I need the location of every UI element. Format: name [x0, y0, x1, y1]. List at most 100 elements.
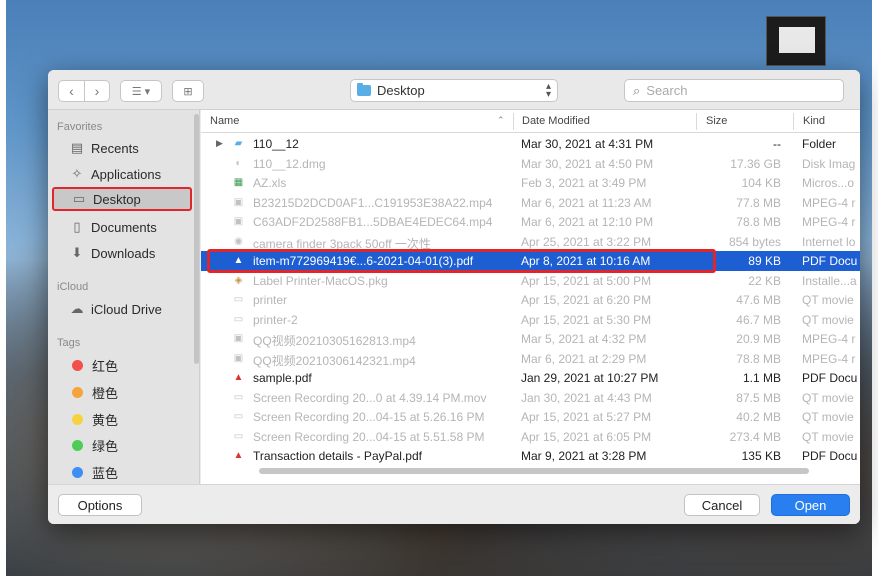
sidebar-tag-blue[interactable]: 蓝色	[52, 460, 192, 484]
file-date: Mar 30, 2021 at 4:31 PM	[521, 137, 654, 151]
table-row[interactable]: ▦ AZ.xls Feb 3, 2021 at 3:49 PM 104 KB Micro…	[201, 173, 860, 193]
screenshot-thumbnail[interactable]	[766, 16, 826, 66]
column-divider[interactable]	[513, 113, 514, 130]
sidebar-scrollbar[interactable]	[194, 114, 199, 364]
file-kind: Folder	[802, 137, 837, 151]
sidebar-item-label: Applications	[91, 166, 162, 182]
file-date: Apr 15, 2021 at 5:27 PM	[521, 410, 652, 424]
table-row[interactable]: ▶ ▰ 110__12 Mar 30, 2021 at 4:31 PM -- Folder	[201, 134, 860, 154]
search-placeholder: Search	[646, 83, 688, 98]
file-kind: QT movie	[802, 410, 854, 424]
column-header-size[interactable]: Size	[706, 115, 727, 127]
cancel-button[interactable]: Cancel	[684, 494, 760, 516]
tag-dot-icon	[72, 413, 83, 425]
sidebar-item-label: Downloads	[91, 245, 156, 261]
pdf-icon: ▲	[233, 255, 244, 266]
file-kind: Disk Imag	[802, 156, 856, 171]
table-row[interactable]: ▲ item-m772969419€...6-2021-04-01(3).pdf A…	[201, 251, 860, 271]
video-icon: ▣	[233, 216, 244, 227]
search-icon: ⌕	[633, 82, 641, 98]
file-date: Mar 30, 2021 at 4:50 PM	[521, 156, 654, 171]
column-header-name[interactable]: Name	[210, 115, 239, 127]
table-row[interactable]: ▭ printer Apr 15, 2021 at 6:20 PM 47.6 MB QT…	[201, 290, 860, 310]
sidebar-item-icloud-drive[interactable]: ☁ iCloud Drive	[52, 297, 192, 321]
file-date: Mar 9, 2021 at 3:28 PM	[521, 449, 647, 463]
tags-heading: Tags	[57, 337, 81, 349]
dialog-toolbar: ‹ › ☰ ▾ ⊞ Desktop ▴ ▾ ⌕ Search	[48, 70, 860, 110]
table-row[interactable]: ▣ C63ADF2D2588FB1...5DBAE4EDEC64.mp4 Mar 6…	[201, 212, 860, 232]
table-row[interactable]: ▲ sample.pdf Jan 29, 2021 at 10:27 PM 1.1 M…	[201, 368, 860, 388]
table-row[interactable]: ▭ printer-2 Apr 15, 2021 at 5:30 PM 46.7 MB…	[201, 310, 860, 330]
table-row[interactable]: ◐ 110__12.dmg Mar 30, 2021 at 4:50 PM 17.36…	[201, 154, 860, 174]
file-kind: Micros...o	[802, 176, 855, 190]
options-button[interactable]: Options	[58, 494, 142, 516]
column-divider[interactable]	[696, 113, 697, 130]
downloads-icon: ⬇	[71, 245, 83, 260]
sidebar-tag-yellow[interactable]: 黄色	[52, 407, 192, 431]
folder-icon	[357, 83, 371, 96]
file-size: 46.7 MB	[736, 312, 781, 327]
file-date: Apr 15, 2021 at 5:00 PM	[521, 273, 652, 288]
file-size: 89 KB	[748, 254, 781, 268]
table-row[interactable]: ◈ Label Printer-MacOS.pkg Apr 15, 2021 at …	[201, 271, 860, 291]
table-row[interactable]: ▲ Transaction details - PayPal.pdf Mar 9, …	[201, 446, 860, 466]
location-popup[interactable]: Desktop ▴ ▾	[350, 79, 558, 102]
sidebar-item-downloads[interactable]: ⬇ Downloads	[52, 241, 192, 265]
file-name: item-m772969419€...6-2021-04-01(3).pdf	[253, 254, 474, 268]
new-folder-button[interactable]: ⊞	[172, 80, 204, 102]
pdf-icon: ▲	[233, 372, 244, 383]
sidebar-item-documents[interactable]: ▯ Documents	[52, 215, 192, 239]
table-row[interactable]: ▭ Screen Recording 20...0 at 4.39.14 PM.m…	[201, 388, 860, 408]
file-date: Mar 6, 2021 at 2:29 PM	[521, 351, 647, 366]
file-date: Mar 6, 2021 at 11:23 AM	[521, 195, 652, 210]
file-date: Feb 3, 2021 at 3:49 PM	[521, 176, 647, 190]
icloud-heading: iCloud	[57, 281, 89, 293]
file-date: Mar 6, 2021 at 12:10 PM	[521, 215, 654, 229]
file-size: 47.6 MB	[736, 293, 781, 307]
chevron-right-icon: ›	[94, 83, 100, 99]
cloud-icon: ☁	[70, 301, 84, 316]
table-row[interactable]: ▭ Screen Recording 20...04-15 at 5.26.16 …	[201, 407, 860, 427]
horizontal-scrollbar[interactable]	[259, 468, 809, 474]
sidebar-tag-orange[interactable]: 橙色	[52, 380, 192, 404]
chevron-left-icon: ‹	[69, 83, 74, 99]
sidebar-tag-green[interactable]: 绿色	[52, 433, 192, 457]
sidebar-item-label: Desktop	[93, 191, 141, 207]
table-row[interactable]: ◉ camera finder 3pack 50off 一次性 Apr 25, 20…	[201, 232, 860, 252]
file-kind: MPEG-4 r	[802, 351, 856, 366]
table-row[interactable]: ▣ QQ视频20210306142321.mp4 Mar 6, 2021 at 2:…	[201, 349, 860, 369]
sidebar-tag-red[interactable]: 红色	[52, 353, 192, 377]
sidebar-item-desktop[interactable]: ▭ Desktop	[52, 187, 192, 211]
column-header-date[interactable]: Date Modified	[522, 115, 590, 127]
tag-dot-icon	[72, 466, 83, 478]
open-file-dialog: ‹ › ☰ ▾ ⊞ Desktop ▴ ▾ ⌕ Search Favorites …	[48, 70, 860, 524]
tag-dot-icon	[72, 439, 83, 451]
sidebar-item-recents[interactable]: ▤ Recents	[52, 136, 192, 160]
column-header-kind[interactable]: Kind	[803, 115, 825, 127]
file-date: Apr 15, 2021 at 5:30 PM	[521, 312, 652, 327]
file-size: 273.4 MB	[729, 429, 781, 444]
file-size: --	[773, 137, 781, 151]
file-size: 135 KB	[741, 449, 781, 463]
video-icon: ▣	[233, 333, 244, 344]
file-kind: Internet lo	[802, 234, 856, 249]
sidebar-item-label: 绿色	[92, 438, 119, 454]
table-row[interactable]: ▣ B23215D2DCD0AF1...C191953E38A22.mp4 Mar …	[201, 193, 860, 213]
view-mode-button[interactable]: ☰ ▾	[120, 80, 162, 102]
file-name: 110__12.dmg	[253, 156, 326, 171]
file-date: Jan 29, 2021 at 10:27 PM	[521, 371, 659, 385]
column-divider[interactable]	[793, 113, 794, 130]
sidebar-item-applications[interactable]: ✧ Applications	[52, 162, 192, 186]
disclosure-triangle-icon[interactable]: ▶	[216, 138, 223, 149]
back-button[interactable]: ‹	[59, 81, 85, 101]
movie-icon: ▭	[233, 411, 244, 422]
table-row[interactable]: ▣ QQ视频20210305162813.mp4 Mar 5, 2021 at 4:…	[201, 329, 860, 349]
forward-button[interactable]: ›	[85, 81, 109, 101]
table-row[interactable]: ▭ Screen Recording 20...04-15 at 5.51.58 …	[201, 427, 860, 447]
disk-image-icon: ◐	[235, 157, 242, 169]
search-field[interactable]: ⌕ Search	[624, 79, 844, 102]
sidebar-item-label: Recents	[91, 140, 139, 156]
file-date: Apr 15, 2021 at 6:20 PM	[521, 293, 652, 307]
recents-icon: ▤	[70, 140, 84, 155]
open-button[interactable]: Open	[771, 494, 850, 516]
